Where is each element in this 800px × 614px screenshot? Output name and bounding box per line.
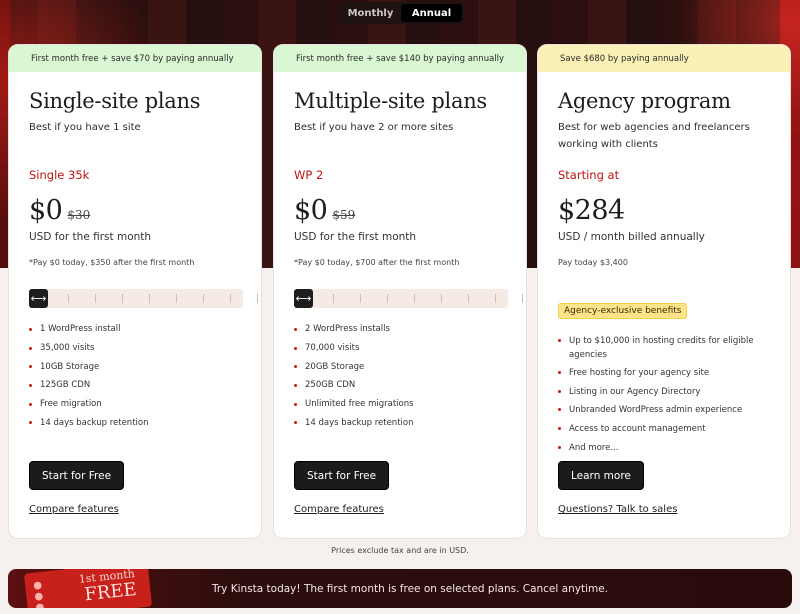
feature-list: Up to $10,000 in hosting credits for eli… xyxy=(558,332,772,457)
plan-title: Multiple-site plans xyxy=(294,89,487,113)
price-unit: USD for the first month xyxy=(294,231,417,243)
slider-tick xyxy=(468,294,469,303)
slider-tick xyxy=(257,294,258,303)
plan-title: Agency program xyxy=(558,89,731,113)
slider-tick xyxy=(122,294,123,303)
price-row: $0 $30 xyxy=(29,195,90,226)
list-item: 70,000 visits xyxy=(294,339,414,358)
price-row: $0 $59 xyxy=(294,195,355,226)
agency-benefits-badge: Agency-exclusive benefits xyxy=(558,303,688,319)
slider-tick xyxy=(176,294,177,303)
list-item: 250GB CDN xyxy=(294,376,414,395)
price: $284 xyxy=(558,195,625,226)
price: $0 xyxy=(29,195,63,226)
old-price: $30 xyxy=(67,208,91,222)
old-price: $59 xyxy=(332,208,356,222)
price-unit: USD / month billed annually xyxy=(558,231,705,243)
price: $0 xyxy=(294,195,328,226)
plan-card-multiple-site: First month free + save $140 by paying a… xyxy=(273,44,527,539)
promo-banner: First month free + save $70 by paying an… xyxy=(9,45,261,72)
list-item: 14 days backup retention xyxy=(294,413,414,432)
list-item: 10GB Storage xyxy=(29,357,148,376)
plan-subtitle: Best if you have 1 site xyxy=(29,122,141,133)
list-item: 2 WordPress installs xyxy=(294,320,414,339)
list-item: 125GB CDN xyxy=(29,376,148,395)
list-item: Unbranded WordPress admin experience xyxy=(558,401,772,420)
toggle-annual[interactable]: Annual xyxy=(401,4,462,22)
feature-list: 2 WordPress installs 70,000 visits 20GB … xyxy=(294,320,414,432)
feature-list: 1 WordPress install 35,000 visits 10GB S… xyxy=(29,320,148,432)
plan-slider[interactable]: ⟷ xyxy=(29,289,258,308)
slider-tick xyxy=(414,294,415,303)
plan-card-agency: Save $680 by paying annually Agency prog… xyxy=(537,44,791,539)
ticket-main-text: FREE xyxy=(83,578,138,606)
slider-tick xyxy=(203,294,204,303)
learn-more-button[interactable]: Learn more xyxy=(558,461,644,490)
pay-note: Pay today $3,400 xyxy=(558,258,628,267)
list-item: Listing in our Agency Directory xyxy=(558,383,772,402)
plan-subtitle: Best if you have 2 or more sites xyxy=(294,122,454,133)
list-item: 14 days backup retention xyxy=(29,413,148,432)
billing-toggle: Monthly Annual xyxy=(338,2,464,24)
slider-tick xyxy=(149,294,150,303)
toggle-monthly[interactable]: Monthly xyxy=(340,4,401,22)
ticket-dots-icon: ● ● ● xyxy=(32,579,45,608)
plan-subtitle: Best for web agencies and freelancers wo… xyxy=(558,122,750,150)
slider-tick xyxy=(230,294,231,303)
plan-tier: WP 2 xyxy=(294,168,324,182)
plan-card-single-site: First month free + save $70 by paying an… xyxy=(8,44,262,539)
list-item: 35,000 visits xyxy=(29,339,148,358)
plan-tier: Starting at xyxy=(558,168,620,182)
plan-slider[interactable]: ⟷ xyxy=(294,289,523,308)
start-free-button[interactable]: Start for Free xyxy=(294,461,390,490)
slider-handle-arrows-icon[interactable]: ⟷ xyxy=(294,289,313,308)
pay-note: *Pay $0 today, $700 after the first mont… xyxy=(294,258,460,267)
promo-banner: First month free + save $140 by paying a… xyxy=(274,45,526,72)
slider-handle-arrows-icon[interactable]: ⟷ xyxy=(29,289,48,308)
slider-tick xyxy=(333,294,334,303)
slider-tick xyxy=(495,294,496,303)
list-item: 1 WordPress install xyxy=(29,320,148,339)
talk-to-sales-link[interactable]: Questions? Talk to sales xyxy=(558,504,677,515)
start-free-button[interactable]: Start for Free xyxy=(29,461,125,490)
slider-tick xyxy=(387,294,388,303)
slider-tick xyxy=(95,294,96,303)
compare-features-link[interactable]: Compare features xyxy=(294,504,384,515)
plan-tier: Single 35k xyxy=(29,168,90,182)
slider-tick xyxy=(522,294,523,303)
promo-footer-banner[interactable]: ● ● ● 1st month FREE Try Kinsta today! The… xyxy=(8,569,792,608)
list-item: 20GB Storage xyxy=(294,357,414,376)
list-item: Free migration xyxy=(29,395,148,414)
list-item: Up to $10,000 in hosting credits for eli… xyxy=(558,332,772,364)
price-row: $284 xyxy=(558,195,625,226)
promo-banner: Save $680 by paying annually xyxy=(538,45,790,72)
slider-tick xyxy=(68,294,69,303)
list-item: Unlimited free migrations xyxy=(294,395,414,414)
slider-tick xyxy=(360,294,361,303)
price-unit: USD for the first month xyxy=(29,231,152,243)
tax-note: Prices exclude tax and are in USD. xyxy=(331,546,469,555)
pay-note: *Pay $0 today, $350 after the first mont… xyxy=(29,258,195,267)
list-item: And more... xyxy=(558,439,772,458)
slider-tick xyxy=(441,294,442,303)
compare-features-link[interactable]: Compare features xyxy=(29,504,119,515)
list-item: Free hosting for your agency site xyxy=(558,364,772,383)
free-ticket-graphic: ● ● ● 1st month FREE xyxy=(23,569,153,608)
plan-title: Single-site plans xyxy=(29,89,201,113)
list-item: Access to account management xyxy=(558,420,772,439)
banner-text: Try Kinsta today! The first month is fre… xyxy=(211,582,609,595)
